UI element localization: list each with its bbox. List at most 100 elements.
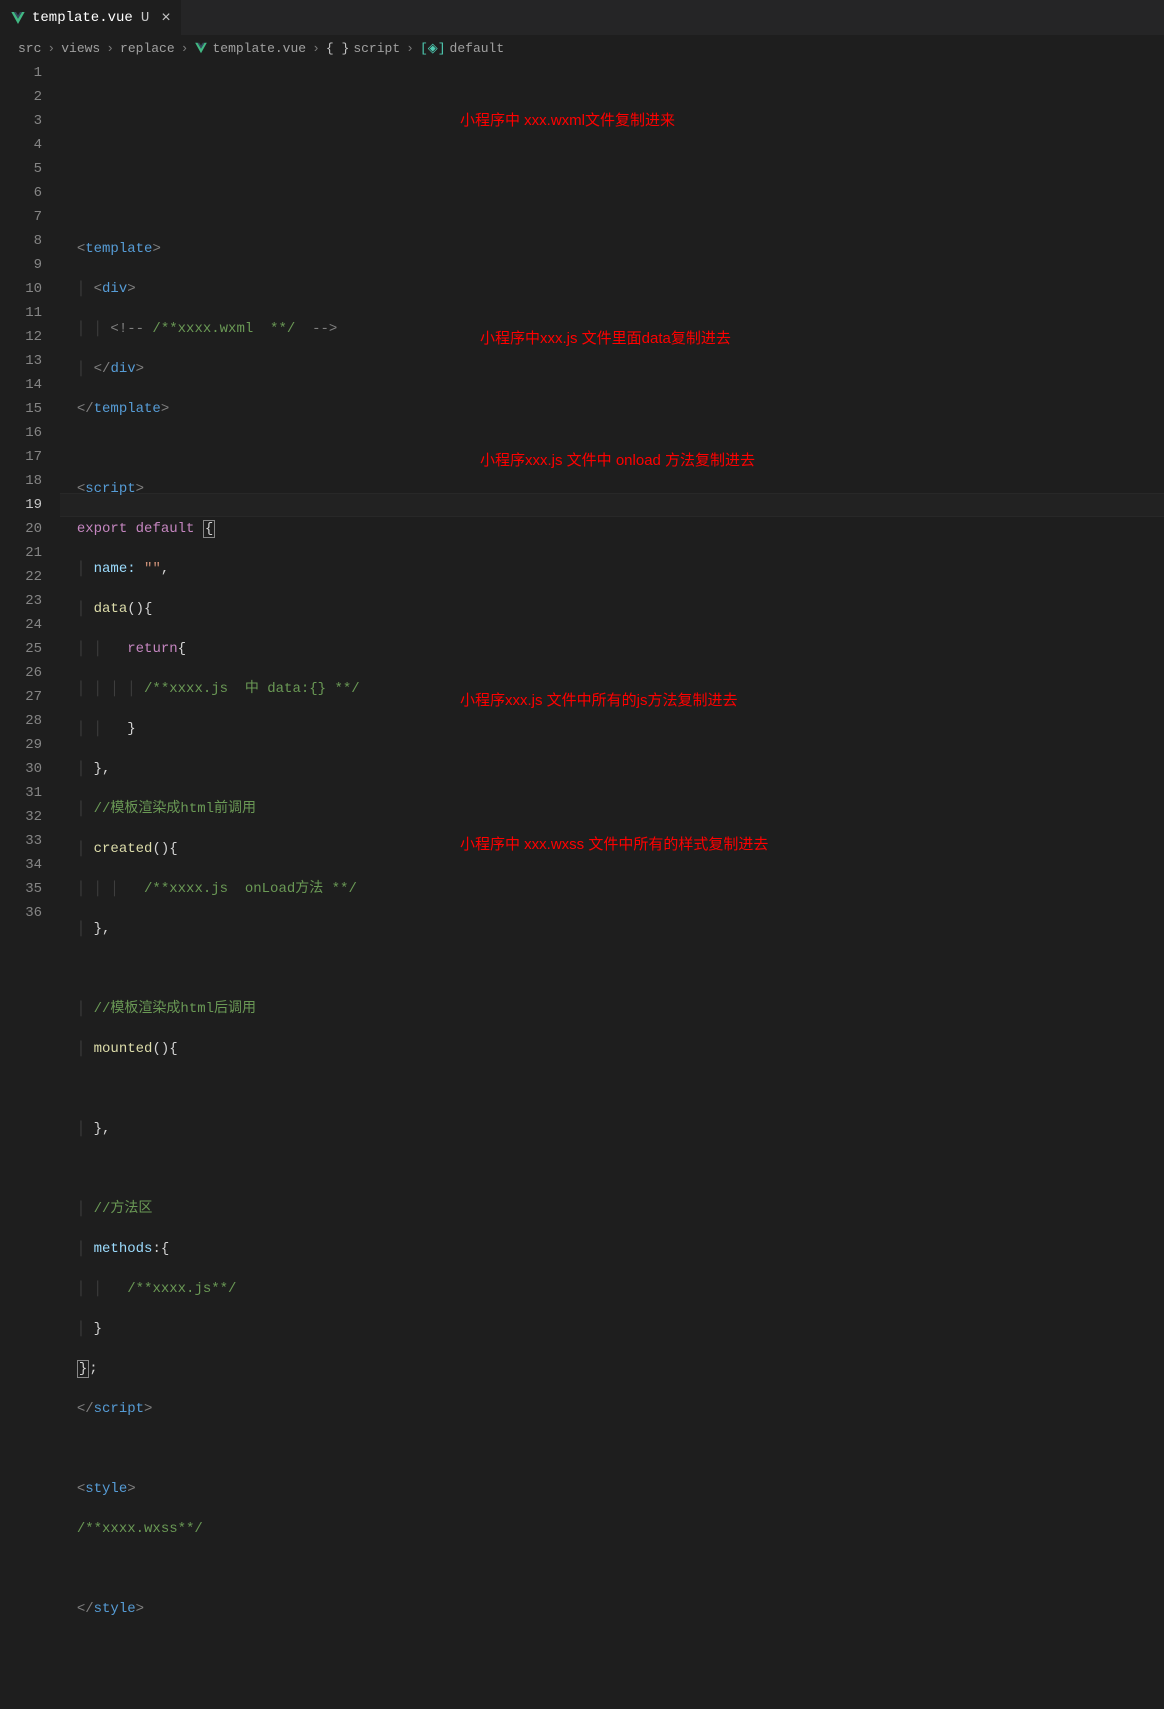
tab-filename: template.vue [32,10,133,26]
line-number: 23 [0,589,42,613]
breadcrumb-replace[interactable]: replace [120,41,175,56]
line-number: 17 [0,445,42,469]
chevron-right-icon: › [406,41,414,56]
chevron-right-icon: › [312,41,320,56]
line-number: 28 [0,709,42,733]
line-number: 26 [0,661,42,685]
code-line[interactable]: │ data(){ [60,597,1164,621]
line-number: 31 [0,781,42,805]
breadcrumb-src[interactable]: src [18,41,41,56]
line-number: 14 [0,373,42,397]
line-number: 25 [0,637,42,661]
line-number: 30 [0,757,42,781]
breadcrumb: src › views › replace › template.vue › {… [0,35,1164,61]
code-line[interactable] [60,1437,1164,1461]
code-line[interactable]: │ │ │ │ /**xxxx.js 中 data:{} **/ [60,677,1164,701]
code-line[interactable]: │ │ <!-- /**xxxx.wxml **/ --> [60,317,1164,341]
line-number: 24 [0,613,42,637]
line-number: 33 [0,829,42,853]
code-line[interactable]: │ //模板渲染成html后调用 [60,997,1164,1021]
line-number: 35 [0,877,42,901]
line-number: 13 [0,349,42,373]
code-line[interactable]: │ │ return{ [60,637,1164,661]
code-line[interactable]: │ <div> [60,277,1164,301]
line-number: 1 [0,61,42,85]
code-line[interactable]: │ methods:{ [60,1237,1164,1261]
line-number: 20 [0,517,42,541]
code-content[interactable]: 小程序中 xxx.wxml文件复制进来 小程序中xxx.js 文件里面data复… [60,61,1164,937]
annotation-wxml: 小程序中 xxx.wxml文件复制进来 [460,109,675,130]
breadcrumb-default[interactable]: [◈] default [420,41,504,56]
line-number: 19 [0,493,42,517]
code-line[interactable]: <script> [60,477,1164,501]
code-line[interactable]: export default { [60,517,1164,541]
breadcrumb-file[interactable]: template.vue [194,41,306,56]
module-icon: [◈] [420,41,446,56]
line-number: 5 [0,157,42,181]
line-number: 3 [0,109,42,133]
vue-file-icon [10,10,26,26]
code-line[interactable]: │ }, [60,757,1164,781]
tab-template-vue[interactable]: template.vue U × [0,0,182,35]
code-line[interactable]: </script> [60,1397,1164,1421]
line-number: 8 [0,229,42,253]
line-number: 18 [0,469,42,493]
code-line[interactable]: │ }, [60,917,1164,941]
chevron-right-icon: › [106,41,114,56]
line-number: 21 [0,541,42,565]
code-line[interactable] [60,957,1164,981]
line-number: 16 [0,421,42,445]
code-line[interactable]: │ created(){ [60,837,1164,861]
breadcrumb-views[interactable]: views [61,41,100,56]
line-number: 32 [0,805,42,829]
code-line[interactable]: │ }, [60,1117,1164,1141]
line-number: 2 [0,85,42,109]
line-number: 9 [0,253,42,277]
tab-modified-indicator: U [141,10,149,26]
code-line[interactable]: <template> [60,237,1164,261]
chevron-right-icon: › [181,41,189,56]
code-line[interactable]: │ │ │ /**xxxx.js onLoad方法 **/ [60,877,1164,901]
line-number: 11 [0,301,42,325]
line-number: 4 [0,133,42,157]
line-number: 6 [0,181,42,205]
line-number: 22 [0,565,42,589]
code-line[interactable]: │ │ /**xxxx.js**/ [60,1277,1164,1301]
code-line[interactable]: │ //方法区 [60,1197,1164,1221]
tab-bar: template.vue U × [0,0,1164,35]
line-number: 7 [0,205,42,229]
code-line[interactable]: │ mounted(){ [60,1037,1164,1061]
close-icon[interactable]: × [161,10,171,26]
line-number-gutter: 1234567891011121314151617181920212223242… [0,61,60,937]
code-line[interactable]: }; [60,1357,1164,1381]
line-number: 27 [0,685,42,709]
line-number: 34 [0,853,42,877]
line-number: 12 [0,325,42,349]
code-line[interactable] [60,1157,1164,1181]
chevron-right-icon: › [47,41,55,56]
editor-area[interactable]: 1234567891011121314151617181920212223242… [0,61,1164,937]
line-number: 10 [0,277,42,301]
breadcrumb-script[interactable]: { } script [326,41,400,56]
code-line[interactable]: </style> [60,1597,1164,1621]
line-number: 29 [0,733,42,757]
code-line[interactable] [60,1077,1164,1101]
code-line[interactable]: │ </div> [60,357,1164,381]
code-line[interactable]: </template> [60,397,1164,421]
breadcrumb-script-label: script [353,41,400,56]
braces-icon: { } [326,41,349,56]
code-line[interactable]: /**xxxx.wxss**/ [60,1517,1164,1541]
code-line[interactable]: │ │ } [60,717,1164,741]
code-line[interactable]: │ //模板渲染成html前调用 [60,797,1164,821]
code-line[interactable]: <style> [60,1477,1164,1501]
line-number: 36 [0,901,42,925]
code-line[interactable] [60,437,1164,461]
line-number: 15 [0,397,42,421]
code-line[interactable]: │ } [60,1317,1164,1341]
breadcrumb-file-label: template.vue [212,41,306,56]
vue-file-icon [194,41,208,55]
code-line[interactable] [60,1637,1164,1661]
code-line[interactable] [60,1557,1164,1581]
breadcrumb-default-label: default [450,41,505,56]
code-line[interactable]: │ name: "", [60,557,1164,581]
